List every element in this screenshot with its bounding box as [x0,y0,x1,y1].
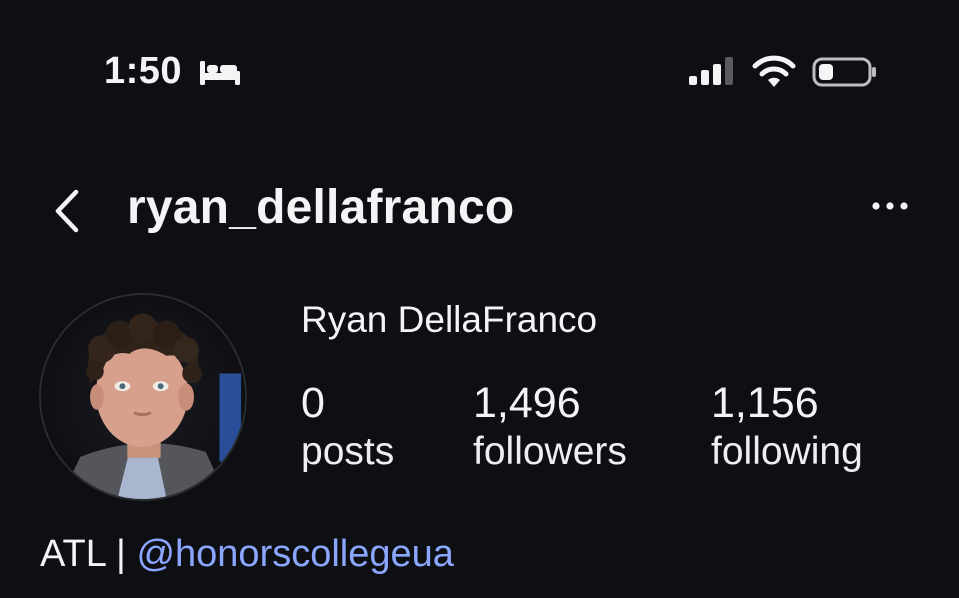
followers-stat[interactable]: 1,496 followers [473,378,627,476]
followers-count: 1,496 [473,379,581,427]
display-name: Ryan DellaFranco [301,299,598,340]
profile-bio: ATL | @honorscollegeua [40,533,454,576]
following-label: following [711,430,863,473]
posts-label: posts [301,430,395,473]
wifi-icon [752,55,796,87]
profile-photo [41,295,245,499]
battery-icon [812,57,876,87]
avatar[interactable] [39,293,247,501]
bio-text: ATL | [40,533,137,575]
posts-stat[interactable]: 0 posts [301,378,394,476]
following-count: 1,156 [711,379,819,427]
more-options-button[interactable] [866,194,914,218]
profile-username: ryan_dellafranco [127,181,515,234]
profile-screen: 1:50 ryan_dellafranco Ryan DellaFranco 0… [0,0,959,598]
following-stat[interactable]: 1,156 following [711,378,863,476]
followers-label: followers [473,430,627,473]
status-time: 1:50 [104,50,183,92]
posts-count: 0 [301,379,325,427]
back-button[interactable] [46,186,90,236]
cellular-signal-icon [689,57,733,85]
bed-icon [200,61,240,85]
bio-mention-link[interactable]: @honorscollegeua [136,533,453,575]
